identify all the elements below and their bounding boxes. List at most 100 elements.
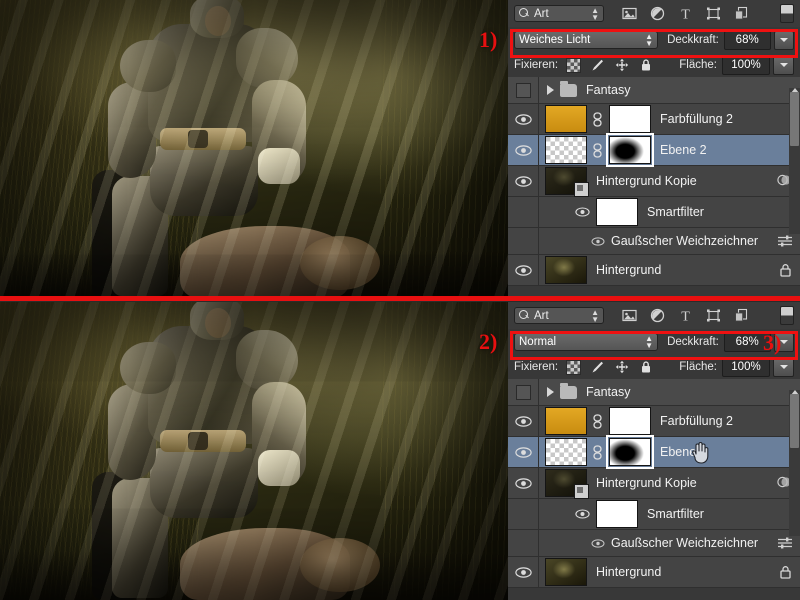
- layer-thumbnail-pixel[interactable]: [545, 136, 587, 164]
- link-icon[interactable]: [592, 142, 603, 158]
- layers-panel-top[interactable]: Art ▲ ▼ T Weiches Licht ▲ ▼ Deckkraft: 6…: [508, 0, 800, 298]
- layers-scrollbar-thumb-bottom[interactable]: [790, 394, 799, 448]
- layer-filter-bar-top[interactable]: Art ▲ ▼ T: [508, 0, 800, 27]
- layer-right-icons[interactable]: [777, 234, 792, 248]
- layer-thumbnail-pixel[interactable]: [545, 438, 587, 466]
- lock-buttons-top[interactable]: [566, 57, 653, 73]
- layer-row-ebene-2[interactable]: Ebene 2: [508, 435, 800, 469]
- smartobject-filter-icon[interactable]: [734, 308, 749, 323]
- fill-spinner-button[interactable]: [773, 55, 794, 75]
- shape-filter-icon[interactable]: [706, 6, 721, 21]
- filter-type-icons-bottom[interactable]: T: [622, 308, 749, 325]
- layer-row-gaussscher-weichzeichner[interactable]: Gaußscher Weichzeichner: [508, 228, 800, 255]
- blend-mode-weiches-licht[interactable]: Weiches Licht ▲ ▼: [514, 31, 659, 49]
- layer-mask-thumbnail[interactable]: [609, 105, 651, 133]
- visibility-toggle[interactable]: [508, 135, 539, 165]
- smartobject-thumbnail-wrap[interactable]: [539, 469, 589, 499]
- link-icon[interactable]: [592, 111, 603, 127]
- smartfilter-mask-thumbnail[interactable]: [596, 198, 638, 226]
- lock-all-icon[interactable]: [639, 58, 653, 72]
- smartobject-filter-icon[interactable]: [734, 6, 749, 21]
- layers-list-bottom[interactable]: Fantasy Farbfüllung 2 Ebene 2 Hintergrun…: [508, 379, 800, 588]
- canvas-preview-bottom[interactable]: [0, 302, 508, 600]
- adjustment-filter-icon[interactable]: [650, 6, 665, 21]
- layers-list-top[interactable]: Fantasy Farbfüllung 2 Ebene 2 Hintergrun…: [508, 77, 800, 286]
- layer-row-fantasy-group[interactable]: Fantasy: [508, 77, 800, 104]
- shape-filter-icon[interactable]: [706, 308, 721, 323]
- filter-settings-icon[interactable]: [777, 234, 792, 248]
- lock-transparency-icon[interactable]: [566, 359, 582, 375]
- layer-thumbnail-fill[interactable]: [545, 105, 587, 133]
- visibility-toggle[interactable]: [508, 255, 539, 285]
- blend-mode-row-top[interactable]: Weiches Licht ▲ ▼ Deckkraft: 68%: [508, 27, 800, 53]
- lock-row-bottom[interactable]: Fixieren: Fläche: 100%: [508, 355, 800, 379]
- layers-scrollbar-thumb-top[interactable]: [790, 92, 799, 146]
- link-icon[interactable]: [592, 444, 603, 460]
- lock-image-icon[interactable]: [591, 58, 605, 72]
- link-icon[interactable]: [592, 413, 603, 429]
- layer-right-icons[interactable]: [777, 536, 792, 550]
- layer-row-farbfuellung-2[interactable]: Farbfüllung 2: [508, 104, 800, 135]
- smartfilter-mask-thumbnail[interactable]: [596, 500, 638, 528]
- lock-row-top[interactable]: Fixieren: Fläche: 100%: [508, 53, 800, 77]
- layer-row-hintergrund-kopie[interactable]: Hintergrund Kopie: [508, 468, 800, 499]
- visibility-toggle[interactable]: [508, 468, 539, 498]
- fill-spinner-button[interactable]: [773, 357, 794, 377]
- layer-thumbnail-fill[interactable]: [545, 407, 587, 435]
- visibility-toggle-smartfilter[interactable]: [575, 508, 590, 520]
- fill-field-bottom[interactable]: 100%: [722, 357, 770, 377]
- empty-visibility-box[interactable]: [515, 384, 531, 400]
- layer-row-fantasy-group[interactable]: Fantasy: [508, 379, 800, 406]
- opacity-spinner-button[interactable]: [773, 30, 794, 50]
- adjustment-filter-icon[interactable]: [650, 308, 665, 323]
- lock-position-icon[interactable]: [615, 58, 629, 72]
- layer-mask-thumbnail-active[interactable]: [606, 435, 654, 469]
- layer-thumbnail-background[interactable]: [545, 256, 587, 284]
- visibility-toggle[interactable]: [508, 406, 539, 436]
- blend-mode-normal[interactable]: Normal ▲ ▼: [514, 333, 659, 351]
- visibility-toggle[interactable]: [508, 104, 539, 134]
- canvas-preview-top[interactable]: [0, 0, 508, 298]
- lock-all-icon[interactable]: [639, 360, 653, 374]
- visibility-toggle-filter[interactable]: [591, 235, 606, 247]
- lock-transparency-icon[interactable]: [566, 57, 582, 73]
- layer-filter-bar-bottom[interactable]: Art ▲ ▼ T: [508, 302, 800, 329]
- filter-toggle-switch[interactable]: [780, 306, 794, 325]
- opacity-field-soft-light[interactable]: 68%: [723, 30, 771, 50]
- visibility-toggle[interactable]: [508, 166, 539, 196]
- chevron-right-icon[interactable]: [547, 85, 554, 95]
- layer-row-hintergrund[interactable]: Hintergrund: [508, 557, 800, 588]
- layer-thumbnail-background[interactable]: [545, 558, 587, 586]
- layer-row-ebene-2[interactable]: Ebene 2: [508, 133, 800, 167]
- layer-row-smartfilter[interactable]: Smartfilter: [508, 197, 800, 228]
- layer-mask-thumbnail-active[interactable]: [606, 133, 654, 167]
- chevron-right-icon[interactable]: [547, 387, 554, 397]
- visibility-toggle-smartfilter[interactable]: [575, 206, 590, 218]
- smartobject-thumbnail-wrap[interactable]: [539, 167, 589, 197]
- visibility-toggle[interactable]: [508, 557, 539, 587]
- filter-settings-icon[interactable]: [777, 536, 792, 550]
- visibility-toggle-filter[interactable]: [591, 537, 606, 549]
- layer-row-hintergrund[interactable]: Hintergrund: [508, 255, 800, 286]
- lock-buttons-bottom[interactable]: [566, 359, 653, 375]
- lock-position-icon[interactable]: [615, 360, 629, 374]
- filter-type-select-bottom[interactable]: Art ▲ ▼: [514, 307, 604, 324]
- lock-image-icon[interactable]: [591, 360, 605, 374]
- layer-row-farbfuellung-2[interactable]: Farbfüllung 2: [508, 406, 800, 437]
- blend-mode-row-bottom[interactable]: Normal ▲ ▼ Deckkraft: 68%: [508, 329, 800, 355]
- layer-mask-thumbnail[interactable]: [609, 407, 651, 435]
- fill-field-top[interactable]: 100%: [722, 55, 770, 75]
- filter-type-select-top[interactable]: Art ▲ ▼: [514, 5, 604, 22]
- visibility-toggle[interactable]: [508, 77, 539, 103]
- visibility-toggle[interactable]: [508, 437, 539, 467]
- type-filter-icon[interactable]: T: [678, 308, 693, 325]
- layer-row-hintergrund-kopie[interactable]: Hintergrund Kopie: [508, 166, 800, 197]
- visibility-toggle[interactable]: [508, 379, 539, 405]
- image-filter-icon[interactable]: [622, 6, 637, 21]
- type-filter-icon[interactable]: T: [678, 6, 693, 23]
- filter-type-icons-top[interactable]: T: [622, 6, 749, 23]
- layers-panel-bottom[interactable]: Art ▲ ▼ T Normal ▲ ▼ Deckkraft: 68% Fixi…: [508, 302, 800, 600]
- layer-row-gaussscher-weichzeichner[interactable]: Gaußscher Weichzeichner: [508, 530, 800, 557]
- layer-row-smartfilter[interactable]: Smartfilter: [508, 499, 800, 530]
- filter-toggle-switch[interactable]: [780, 4, 794, 23]
